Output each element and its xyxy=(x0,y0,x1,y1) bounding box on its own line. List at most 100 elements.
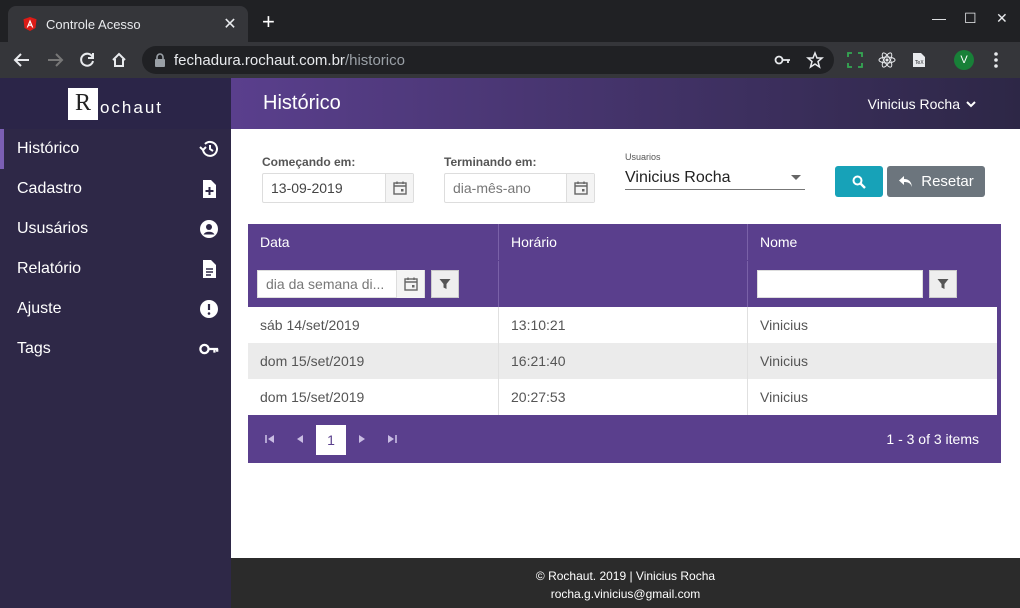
logo-letter: R xyxy=(67,87,98,120)
grid-body: sáb 14/set/2019 13:10:21 Vinicius dom 15… xyxy=(248,307,997,415)
screenshot-extension-icon[interactable] xyxy=(845,50,865,70)
date-filter-input[interactable]: dia da semana di... xyxy=(257,270,425,298)
first-page-icon[interactable] xyxy=(264,433,276,445)
tab-title: Controle Acesso xyxy=(46,16,141,32)
url-path: /historico xyxy=(344,51,405,69)
sidebar-item-label: Relatório xyxy=(17,260,82,277)
lock-icon xyxy=(155,53,165,67)
profile-avatar[interactable]: V xyxy=(954,50,974,70)
column-header-data[interactable]: Data xyxy=(248,224,499,260)
calendar-icon[interactable] xyxy=(566,174,594,202)
new-tab-icon[interactable]: + xyxy=(262,10,275,34)
reset-label: Resetar xyxy=(921,173,974,190)
search-button[interactable] xyxy=(835,166,883,197)
current-page-button[interactable]: 1 xyxy=(316,425,346,455)
start-date-value: 13-09-2019 xyxy=(271,180,343,196)
date-filter-button[interactable] xyxy=(431,270,459,298)
maximize-icon[interactable]: ☐ xyxy=(964,10,977,27)
history-grid: Data Horário Nome dia da semana di... sá… xyxy=(248,224,1001,463)
react-devtools-icon[interactable] xyxy=(877,50,897,70)
user-circle-icon xyxy=(200,220,218,238)
tab-close-icon[interactable]: ✕ xyxy=(222,14,238,34)
table-row[interactable]: dom 15/set/2019 16:21:40 Vinicius xyxy=(248,343,997,379)
last-page-icon[interactable] xyxy=(386,433,398,445)
user-menu[interactable]: Vinicius Rocha xyxy=(868,96,976,112)
table-row[interactable]: sáb 14/set/2019 13:10:21 Vinicius xyxy=(248,307,997,343)
page-title: Histórico xyxy=(263,92,341,114)
sidebar-item-label: Cadastro xyxy=(17,180,82,197)
document-icon xyxy=(203,260,216,278)
sidebar-item-label: Tags xyxy=(17,340,51,357)
cell-nome: Vinicius xyxy=(760,389,808,405)
minimize-icon[interactable]: — xyxy=(932,10,946,26)
sidebar-item-cadastro[interactable]: Cadastro xyxy=(0,169,231,209)
home-icon[interactable] xyxy=(107,48,131,72)
end-date-label: Terminando em: xyxy=(444,155,537,169)
sidebar-item-relatorio[interactable]: Relatório xyxy=(0,249,231,289)
calendar-icon[interactable] xyxy=(396,270,424,298)
user-select-label: Usuarios xyxy=(625,152,661,162)
filter-icon xyxy=(937,279,949,289)
sidebar-item-usuarios[interactable]: Ususários xyxy=(0,209,231,249)
sidebar-item-ajuste[interactable]: Ajuste xyxy=(0,289,231,329)
address-bar[interactable]: fechadura.rochaut.com.br/historico xyxy=(142,46,834,74)
password-key-icon[interactable] xyxy=(774,51,792,69)
sidebar-item-tags[interactable]: Tags xyxy=(0,329,231,369)
name-filter-button[interactable] xyxy=(929,270,957,298)
browser-tabstrip: Controle Acesso ✕ + — ☐ ✕ xyxy=(0,0,1020,42)
forward-icon[interactable] xyxy=(43,48,67,72)
footer-email[interactable]: rocha.g.vinicius@gmail.com xyxy=(231,585,1020,603)
footer: © Rochaut. 2019 | Vinicius Rocha rocha.g… xyxy=(231,558,1020,608)
grid-header: Data Horário Nome xyxy=(248,224,1001,260)
user-name: Vinicius Rocha xyxy=(867,95,960,112)
search-icon xyxy=(852,175,866,189)
sidebar-item-historico[interactable]: Histórico xyxy=(0,129,231,169)
back-icon[interactable] xyxy=(10,48,34,72)
brand-logo[interactable]: R ochaut xyxy=(0,78,231,129)
sidebar: R ochaut Histórico Cadastro Ususários Re… xyxy=(0,78,231,608)
browser-tab[interactable]: Controle Acesso ✕ xyxy=(8,6,248,42)
svg-text:TeX: TeX xyxy=(914,60,924,66)
sidebar-item-label: Histórico xyxy=(17,140,80,157)
cell-nome: Vinicius xyxy=(760,317,808,333)
end-date-field[interactable]: dia-mês-ano xyxy=(444,173,595,203)
date-filter-placeholder: dia da semana di... xyxy=(266,276,385,292)
filter-icon xyxy=(439,279,451,289)
logo-text: ochaut xyxy=(99,97,164,117)
calendar-icon[interactable] xyxy=(385,174,413,202)
pager: 1 1 - 3 of 3 items xyxy=(248,415,1001,463)
tex-extension-icon[interactable]: TeX xyxy=(909,50,929,70)
next-page-icon[interactable] xyxy=(356,433,368,445)
main-content: Começando em: 13-09-2019 Terminando em: … xyxy=(231,129,1020,558)
cell-horario: 16:21:40 xyxy=(499,343,748,379)
angular-favicon-icon xyxy=(23,17,37,31)
footer-copyright: © Rochaut. 2019 | Vinicius Rocha xyxy=(535,569,716,583)
table-row[interactable]: dom 15/set/2019 20:27:53 Vinicius xyxy=(248,379,997,415)
sidebar-item-label: Ajuste xyxy=(17,300,62,317)
browser-toolbar: fechadura.rochaut.com.br/historico TeX V xyxy=(0,42,1020,78)
reset-button[interactable]: Resetar xyxy=(887,166,985,197)
cell-horario: 13:10:21 xyxy=(499,307,748,343)
time-filter-cell xyxy=(499,261,748,307)
name-filter-input[interactable] xyxy=(757,270,923,298)
reload-icon[interactable] xyxy=(75,48,99,72)
cell-data: dom 15/set/2019 xyxy=(248,379,499,415)
menu-kebab-icon[interactable] xyxy=(986,50,1006,70)
column-header-nome[interactable]: Nome xyxy=(748,224,1001,260)
column-header-horario[interactable]: Horário xyxy=(499,224,748,260)
caret-down-icon xyxy=(791,175,801,180)
cell-data: sáb 14/set/2019 xyxy=(248,307,499,343)
sidebar-item-label: Ususários xyxy=(17,220,89,237)
cell-data: dom 15/set/2019 xyxy=(248,343,499,379)
file-add-icon xyxy=(203,180,216,198)
user-select[interactable]: Vinicius Rocha xyxy=(625,166,805,190)
chevron-down-icon xyxy=(966,100,976,107)
app-header: Histórico Vinicius Rocha xyxy=(231,78,1020,129)
cell-nome: Vinicius xyxy=(760,353,808,369)
prev-page-icon[interactable] xyxy=(294,433,306,445)
history-icon xyxy=(199,140,218,157)
window-close-icon[interactable]: ✕ xyxy=(996,10,1008,27)
bookmark-star-icon[interactable] xyxy=(806,51,824,69)
start-date-field[interactable]: 13-09-2019 xyxy=(262,173,414,203)
start-date-label: Começando em: xyxy=(262,155,356,169)
